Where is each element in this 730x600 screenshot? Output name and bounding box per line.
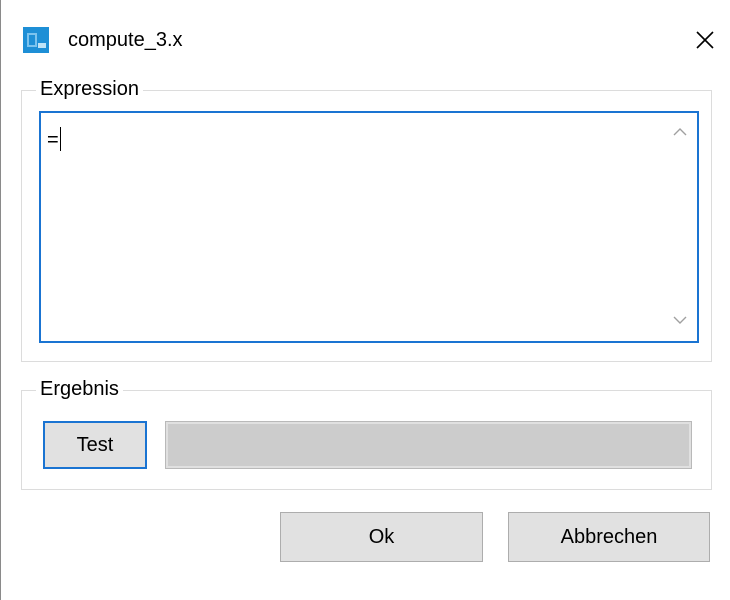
expression-scrollbar[interactable]: [663, 113, 697, 341]
close-icon: [696, 31, 714, 49]
result-group: Ergebnis Test: [21, 377, 712, 490]
expression-text: =: [47, 129, 59, 151]
window-title: compute_3.x: [68, 29, 183, 51]
close-button[interactable]: [687, 22, 723, 58]
scroll-up-arrow-icon[interactable]: [671, 125, 689, 139]
result-group-label: Ergebnis: [36, 377, 123, 401]
expression-group: Expression =: [21, 77, 712, 362]
expression-group-label: Expression: [36, 77, 143, 101]
test-button[interactable]: Test: [43, 421, 147, 469]
cancel-button[interactable]: Abbrechen: [508, 512, 710, 562]
app-window-icon: [23, 27, 49, 53]
title-bar[interactable]: compute_3.x: [1, 0, 730, 84]
expression-input[interactable]: =: [39, 111, 699, 343]
result-field: [165, 421, 692, 469]
scroll-down-arrow-icon[interactable]: [671, 313, 689, 327]
compute-dialog: compute_3.x Expression = Ergebnis Test O…: [0, 0, 730, 600]
text-caret: [59, 127, 61, 151]
ok-button[interactable]: Ok: [280, 512, 483, 562]
